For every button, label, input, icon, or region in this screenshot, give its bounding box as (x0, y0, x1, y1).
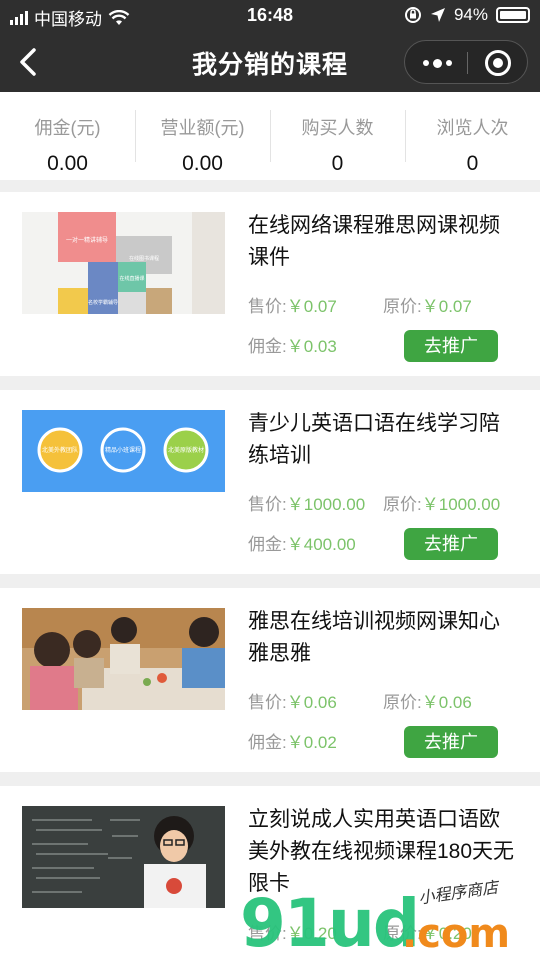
sale-price: ￥0.07 (286, 297, 337, 316)
commission: ￥0.02 (286, 733, 337, 752)
status-bar: 中国移动 16:48 94% (0, 0, 540, 32)
close-program-icon[interactable] (485, 50, 511, 76)
stat-revenue: 营业额(元) 0.00 (135, 92, 270, 180)
watermark-logo: 91ud .com 小程序商店 (240, 878, 540, 960)
course-title: 在线网络课程雅思网课视频课件 (248, 214, 500, 269)
price-row: 售价: ￥0.06 原价:￥0.06 (248, 688, 472, 713)
commission-row: 佣金: ￥400.00 (248, 530, 356, 555)
course-thumbnail (22, 806, 225, 908)
course-card[interactable]: 北美外教团队 精品小班课程 北美原版教材 青少儿英语口语在线学习陪练培训 售价:… (0, 390, 540, 574)
thumb-caption: 在线直播课 (119, 275, 144, 282)
location-arrow-icon (430, 8, 445, 22)
original-price-label: 原价: (383, 297, 422, 316)
stat-views: 浏览人次 0 (405, 92, 540, 180)
commission-row: 佣金: ￥0.02 (248, 728, 337, 753)
stat-commission: 佣金(元) 0.00 (0, 92, 135, 180)
commission-label: 佣金: (248, 535, 287, 554)
course-title: 青少儿英语口语在线学习陪练培训 (248, 412, 500, 467)
price-row: 售价: ￥0.07 原价:￥0.07 (248, 292, 472, 317)
commission: ￥0.03 (286, 337, 337, 356)
sale-price-label: 售价: (248, 495, 287, 514)
thumb-caption: 名校学霸辅导 (88, 299, 118, 306)
course-thumbnail: 北美外教团队 精品小班课程 北美原版教材 (22, 410, 225, 512)
stat-value: 0.00 (182, 152, 223, 175)
original-price-label: 原价: (383, 495, 422, 514)
stat-value: 0 (331, 152, 344, 175)
nav-bar: 我分销的课程 (0, 32, 540, 92)
stat-label: 佣金(元) (34, 118, 101, 138)
sale-price-label: 售价: (248, 297, 287, 316)
commission-row: 佣金: ￥0.03 (248, 332, 337, 357)
stat-label: 浏览人次 (436, 118, 509, 138)
stat-buyers: 购买人数 0 (270, 92, 405, 180)
course-thumbnail (22, 608, 225, 710)
stat-value: 0.00 (47, 152, 88, 175)
stat-value: 0 (466, 152, 479, 175)
commission-label: 佣金: (248, 337, 287, 356)
promote-button[interactable]: 去推广 (404, 726, 498, 758)
original-price: ￥0.06 (421, 693, 472, 712)
battery-percent: 94% (453, 5, 488, 24)
price-row: 售价: ￥1000.00 原价:￥1000.00 (248, 490, 500, 515)
original-price: ￥1000.00 (421, 495, 501, 514)
mini-program-capsule (404, 40, 528, 84)
sale-price-label: 售价: (248, 693, 287, 712)
rotation-lock-icon (404, 7, 421, 23)
commission-label: 佣金: (248, 733, 287, 752)
original-price-label: 原价: (383, 693, 422, 712)
course-title: 雅思在线培训视频网课知心雅思雅 (248, 610, 500, 665)
battery-icon (496, 7, 530, 23)
stats-panel: 佣金(元) 0.00 营业额(元) 0.00 购买人数 0 浏览人次 0 (0, 92, 540, 180)
thumb-caption: 精品小班课程 (105, 446, 141, 454)
more-menu-icon[interactable] (417, 51, 457, 75)
sale-price: ￥1000.00 (286, 495, 366, 514)
thumb-caption: 北美原版教材 (168, 446, 204, 454)
watermark-domain: .com (402, 911, 511, 957)
stat-label: 营业额(元) (160, 118, 245, 138)
commission: ￥400.00 (286, 535, 356, 554)
promote-button[interactable]: 去推广 (404, 528, 498, 560)
course-card[interactable]: 雅思在线培训视频网课知心雅思雅 售价: ￥0.06 原价:￥0.06 佣金: ￥0.… (0, 588, 540, 772)
stat-label: 购买人数 (301, 118, 374, 138)
promote-button[interactable]: 去推广 (404, 330, 498, 362)
thumb-caption: 在线图书课程 (129, 255, 159, 262)
capsule-divider (467, 52, 468, 74)
thumb-caption: 北美外教团队 (42, 446, 78, 454)
watermark-main: 91ud (240, 885, 420, 960)
thumb-caption: 一对一精讲辅导 (66, 236, 108, 244)
original-price: ￥0.07 (421, 297, 472, 316)
sale-price: ￥0.06 (286, 693, 337, 712)
course-card[interactable]: 一对一精讲辅导 在线图书课程 名校学霸辅导 在线直播课 在线网络课程雅思网课视频… (0, 192, 540, 376)
course-thumbnail: 一对一精讲辅导 在线图书课程 名校学霸辅导 在线直播课 (22, 212, 225, 314)
